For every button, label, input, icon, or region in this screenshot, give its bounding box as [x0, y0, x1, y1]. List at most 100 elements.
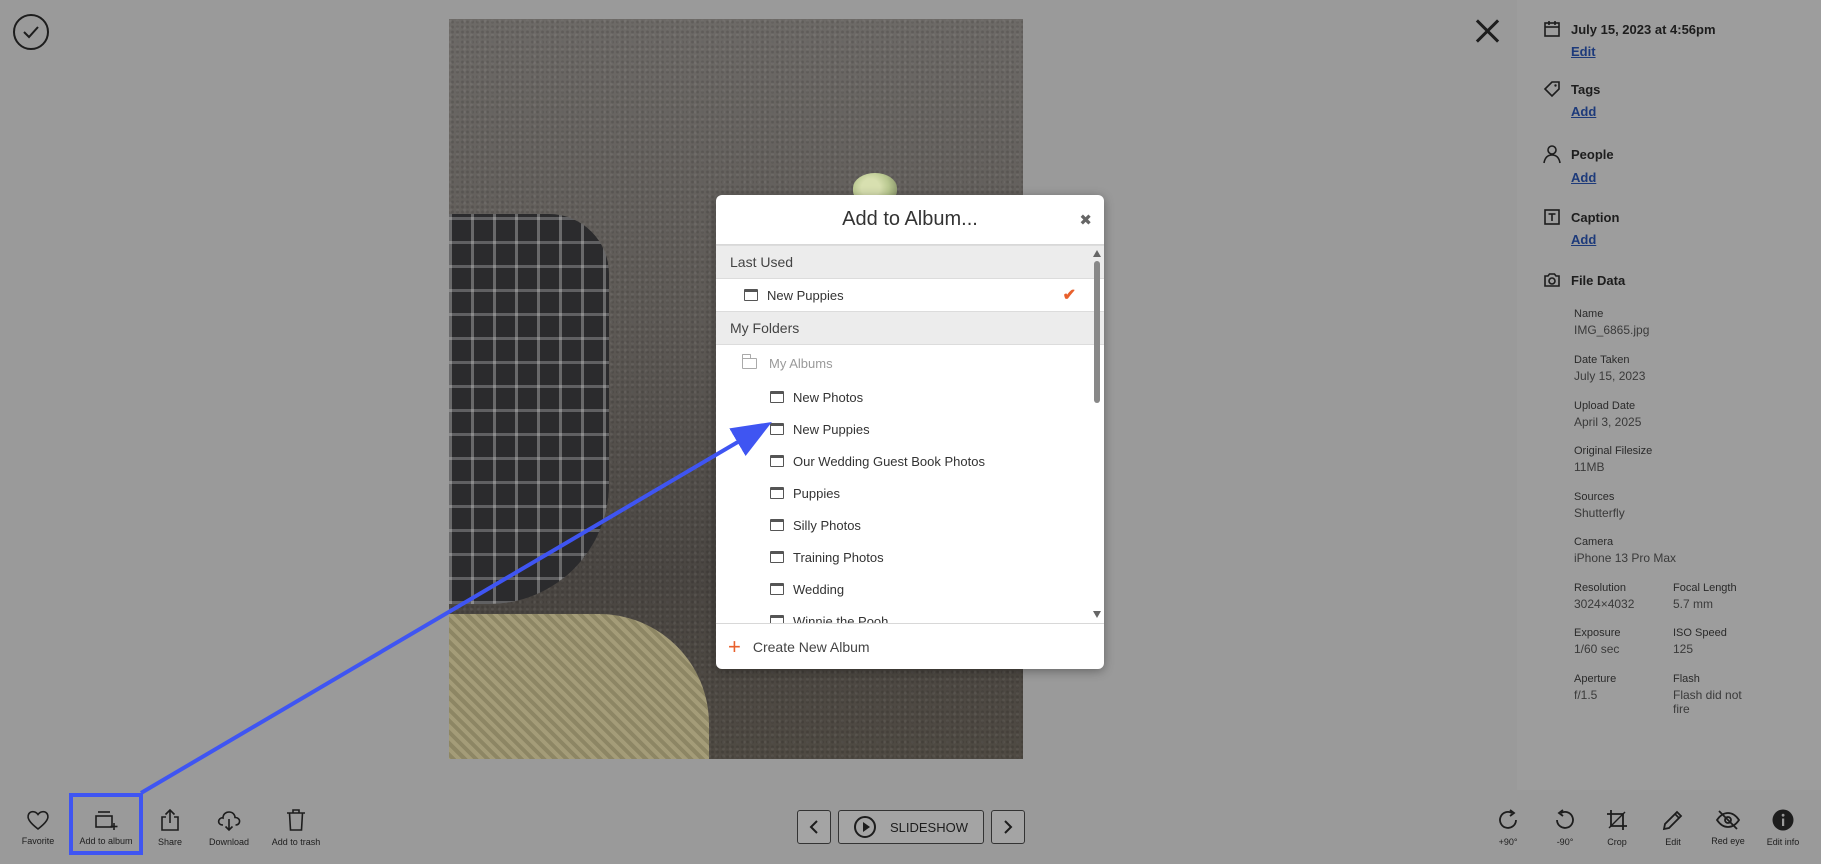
album-icon: [744, 289, 758, 301]
cloud-download-icon: [217, 810, 241, 831]
download-label: Download: [208, 836, 250, 847]
album-icon: [770, 423, 784, 435]
pencil-icon: [1662, 810, 1683, 830]
tags-title: Tags: [1571, 81, 1601, 97]
upload-date-item: Upload Date April 3, 2025: [1574, 400, 1674, 429]
resolution-label: Resolution: [1574, 582, 1626, 594]
file-name-item: Name IMG_6865.jpg: [1574, 308, 1674, 337]
iso-label: ISO Speed: [1673, 627, 1727, 639]
calendar-icon: [1544, 21, 1560, 37]
focal-length-label: Focal Length: [1673, 582, 1737, 594]
album-row-puppies[interactable]: Puppies: [716, 477, 1104, 509]
download-button[interactable]: Download: [206, 790, 252, 864]
edit-label: Edit: [1665, 836, 1681, 847]
album-icon: [770, 391, 784, 403]
people-section: People Add: [1543, 144, 1614, 185]
people-add-link[interactable]: Add: [1571, 170, 1614, 185]
share-label: Share: [157, 836, 183, 847]
date-taken-label: Date Taken: [1574, 354, 1630, 366]
album-row-our-wedding-guest-book-photos[interactable]: Our Wedding Guest Book Photos: [716, 445, 1104, 477]
scroll-up-icon[interactable]: [1093, 250, 1101, 257]
slideshow-button[interactable]: SLIDESHOW: [838, 810, 984, 844]
people-title: People: [1571, 146, 1614, 162]
iso-value: 125: [1673, 642, 1694, 656]
red-eye-button[interactable]: Red eye: [1710, 790, 1746, 864]
photo-blanket: [449, 214, 609, 604]
date-edit-link[interactable]: Edit: [1571, 44, 1716, 59]
rotate-ccw-icon: [1556, 808, 1574, 829]
filesize-value: 11MB: [1574, 460, 1605, 474]
album-row-winnie-the-pooh[interactable]: Winnie the Pooh: [716, 605, 1104, 623]
album-label: New Puppies: [793, 421, 870, 437]
selected-check-icon: ✔: [1062, 287, 1076, 304]
share-button[interactable]: Share: [154, 790, 186, 864]
album-label: Training Photos: [793, 549, 884, 565]
album-label: Silly Photos: [793, 517, 861, 533]
rotate-cw-button[interactable]: +90°: [1494, 790, 1522, 864]
focal-length-item: Focal Length 5.7 mm: [1673, 582, 1773, 611]
modal-title: Add to Album...: [842, 208, 978, 230]
exposure-label: Exposure: [1574, 627, 1621, 639]
album-row-new-puppies[interactable]: New Puppies: [716, 413, 1104, 445]
sources-item: Sources Shutterfly: [1574, 491, 1674, 520]
crop-button[interactable]: Crop: [1604, 790, 1630, 864]
next-photo-button[interactable]: [991, 810, 1025, 844]
modal-close-icon[interactable]: ✖: [1079, 211, 1092, 229]
album-icon: [770, 487, 784, 499]
aperture-label: Aperture: [1574, 673, 1617, 685]
filesize-label: Original Filesize: [1574, 445, 1653, 457]
album-icon: [770, 551, 784, 563]
add-to-trash-button[interactable]: Add to trash: [268, 790, 324, 864]
info-icon: [1772, 809, 1794, 830]
folder-icon: [742, 353, 757, 369]
eye-slash-icon: [1715, 809, 1741, 830]
album-row-silly-photos[interactable]: Silly Photos: [716, 509, 1104, 541]
date-section: July 15, 2023 at 4:56pm Edit: [1543, 20, 1716, 59]
aperture-item: Aperture f/1.5: [1574, 673, 1674, 702]
select-check-icon[interactable]: [13, 14, 49, 50]
scroll-down-icon[interactable]: [1093, 611, 1101, 618]
tag-icon: [1543, 81, 1560, 98]
last-used-album-row[interactable]: New Puppies ✔: [716, 279, 1104, 311]
album-icon: [770, 519, 784, 531]
crop-label: Crop: [1607, 836, 1627, 847]
filesize-item: Original Filesize 11MB: [1574, 445, 1674, 474]
scroll-thumb[interactable]: [1094, 261, 1100, 403]
rotate-ccw-label: -90°: [1556, 836, 1574, 847]
sources-value: Shutterfly: [1574, 506, 1625, 520]
album-row-training-photos[interactable]: Training Photos: [716, 541, 1104, 573]
album-row-new-photos[interactable]: New Photos: [716, 381, 1104, 413]
tags-add-link[interactable]: Add: [1571, 104, 1600, 119]
add-to-album-button[interactable]: Add to album: [72, 790, 140, 864]
heart-icon: [27, 810, 49, 830]
caption-title: Caption: [1571, 209, 1620, 225]
favorite-button[interactable]: Favorite: [18, 790, 58, 864]
modal-album-list[interactable]: Last Used New Puppies ✔ My Folders My Al…: [716, 245, 1104, 623]
rotate-ccw-button[interactable]: -90°: [1551, 790, 1579, 864]
album-icon: [770, 583, 784, 595]
resolution-item: Resolution 3024×4032: [1574, 582, 1674, 611]
tags-section: Tags Add: [1543, 80, 1600, 119]
album-label: Winnie the Pooh: [793, 613, 889, 624]
folder-row-my-albums[interactable]: My Albums: [716, 345, 1104, 381]
album-label: Our Wedding Guest Book Photos: [793, 453, 985, 469]
close-viewer-icon[interactable]: [1470, 14, 1504, 48]
caption-add-link[interactable]: Add: [1571, 232, 1619, 247]
red-eye-label: Red eye: [1711, 835, 1745, 846]
previous-photo-button[interactable]: [797, 810, 831, 844]
album-label: New Puppies: [767, 287, 844, 303]
add-to-album-modal: Add to Album... ✖ Last Used New Puppies …: [716, 195, 1104, 669]
camera-value: iPhone 13 Pro Max: [1574, 551, 1677, 565]
album-list-scrollbar[interactable]: [1092, 247, 1102, 621]
album-row-wedding[interactable]: Wedding: [716, 573, 1104, 605]
sources-label: Sources: [1574, 491, 1615, 503]
create-new-album-button[interactable]: + Create New Album: [716, 623, 1104, 669]
exposure-value: 1/60 sec: [1574, 642, 1620, 656]
chevron-right-icon: [1004, 820, 1013, 834]
add-to-album-label: Add to album: [79, 835, 133, 846]
add-to-trash-label: Add to trash: [271, 836, 321, 847]
edit-info-button[interactable]: Edit info: [1763, 790, 1803, 864]
person-icon: [1543, 145, 1561, 164]
edit-button[interactable]: Edit: [1661, 790, 1685, 864]
camera-item: Camera iPhone 13 Pro Max: [1574, 536, 1714, 565]
